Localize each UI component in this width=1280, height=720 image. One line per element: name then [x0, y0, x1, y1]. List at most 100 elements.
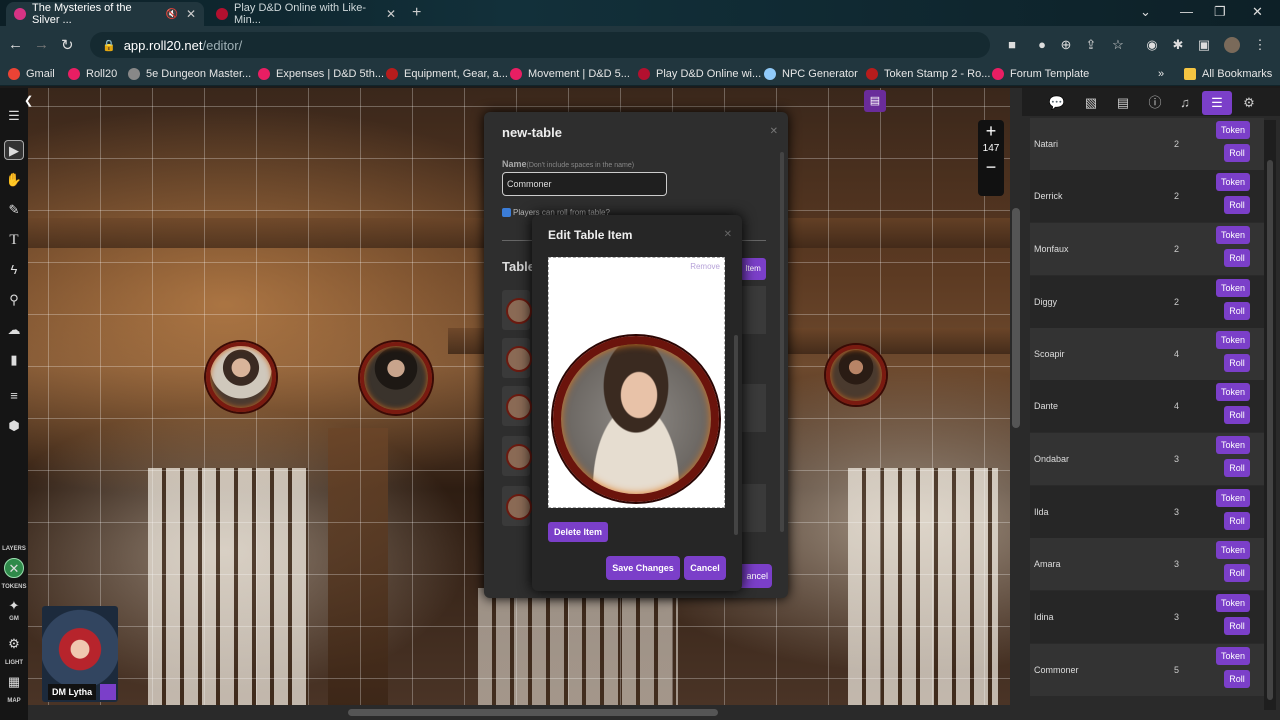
token-button[interactable]: Token — [1216, 331, 1250, 349]
table-row[interactable]: Scoapir 4 Token Roll — [1030, 328, 1264, 380]
browser-menu-icon[interactable]: ⋮ — [1252, 37, 1268, 53]
jukebox-tab-icon[interactable]: ♫ — [1170, 91, 1200, 115]
table-row[interactable]: Commoner 5 Token Roll — [1030, 644, 1264, 696]
collapse-toolbar-icon[interactable]: ❮ — [24, 94, 33, 107]
art-library-tab-icon[interactable]: ▧ — [1076, 91, 1106, 115]
new-tab-icon[interactable]: + — [412, 4, 421, 22]
table-item-thumbnail[interactable] — [502, 338, 532, 378]
bookmark-movement[interactable]: Movement | D&D 5... — [510, 68, 630, 80]
save-changes-button[interactable]: Save Changes — [606, 556, 680, 580]
table-row[interactable]: Idina 3 Token Roll — [1030, 591, 1264, 643]
reload-icon[interactable]: ↻ — [61, 36, 74, 54]
address-bar[interactable]: 🔒 app.roll20.net/editor/ — [90, 32, 990, 58]
dynamic-light-icon[interactable]: ▮ — [4, 350, 24, 370]
token-button[interactable]: Token — [1216, 279, 1250, 297]
lighting-layer-icon[interactable]: ⚙ — [4, 634, 24, 654]
token-button[interactable]: Token — [1216, 489, 1250, 507]
bookmark-star-icon[interactable]: ☆ — [1110, 37, 1126, 53]
scrollbar-thumb[interactable] — [1267, 160, 1273, 700]
roll-button[interactable]: Roll — [1224, 512, 1250, 530]
bookmark-roll20[interactable]: Roll20 — [68, 68, 117, 80]
roll-button[interactable]: Roll — [1224, 564, 1250, 582]
token-button[interactable]: Token — [1216, 647, 1250, 665]
scrollbar-thumb[interactable] — [348, 709, 718, 716]
token-button[interactable]: Token — [1216, 121, 1250, 139]
token-button[interactable]: Token — [1216, 594, 1250, 612]
minimize-icon[interactable]: — — [1180, 4, 1193, 19]
add-item-button[interactable]: Item — [740, 258, 766, 280]
bookmark-expenses[interactable]: Expenses | D&D 5th... — [258, 68, 384, 80]
measure-ruler-icon[interactable]: ⚲ — [4, 290, 24, 310]
browser-tab-active[interactable]: The Mysteries of the Silver ... 🔇 ✕ — [6, 2, 204, 26]
item-image-dropzone[interactable]: Remove — [548, 257, 725, 508]
profile-avatar-icon[interactable] — [1224, 37, 1240, 53]
scrollbar-thumb[interactable] — [1012, 208, 1020, 428]
delete-item-button[interactable]: Delete Item — [548, 522, 608, 542]
back-icon[interactable]: ← — [8, 36, 23, 53]
table-row[interactable]: Diggy 2 Token Roll — [1030, 276, 1264, 328]
token-button[interactable]: Token — [1216, 541, 1250, 559]
bookmark-gmail[interactable]: Gmail — [8, 68, 55, 80]
character-token[interactable] — [360, 342, 432, 414]
cancel-button[interactable]: Cancel — [684, 556, 726, 580]
token-button[interactable]: Token — [1216, 173, 1250, 191]
zoom-in-button[interactable]: + — [978, 120, 1004, 142]
table-item-thumbnail[interactable] — [502, 436, 532, 476]
roll-button[interactable]: Roll — [1224, 617, 1250, 635]
canvas-vertical-scrollbar[interactable] — [1010, 88, 1022, 705]
compendium-tab-icon[interactable]: ⓘ — [1140, 91, 1170, 115]
page-notes-icon[interactable]: ▤ — [864, 90, 886, 112]
token-button[interactable]: Token — [1216, 383, 1250, 401]
close-icon[interactable]: ✕ — [770, 126, 778, 137]
table-name-input[interactable] — [502, 172, 667, 196]
rollable-tables-tab-icon[interactable]: ☰ — [1202, 91, 1232, 115]
tokens-layer-icon[interactable]: ✕ — [4, 558, 24, 578]
text-tool-icon[interactable]: T — [4, 230, 24, 250]
forward-icon[interactable]: → — [34, 36, 49, 53]
roll-button[interactable]: Roll — [1224, 459, 1250, 477]
dialog-scrollbar[interactable] — [780, 152, 784, 532]
player-color-swatch[interactable] — [100, 684, 116, 700]
character-token[interactable] — [206, 342, 276, 412]
tab-search-icon[interactable]: ⌄ — [1140, 4, 1151, 20]
site-permission-icon[interactable]: ● — [1034, 37, 1050, 53]
menu-icon[interactable]: ☰ — [4, 106, 24, 126]
table-item-thumbnail[interactable] — [502, 386, 532, 426]
bookmark-dungeon-master[interactable]: 5e Dungeon Master... — [128, 68, 251, 80]
window-close-icon[interactable]: ✕ — [1252, 4, 1263, 20]
fog-cloud-icon[interactable]: ☁ — [4, 320, 24, 340]
remove-image-link[interactable]: Remove — [690, 262, 720, 271]
roll-button[interactable]: Roll — [1224, 302, 1250, 320]
bookmark-token-stamp[interactable]: Token Stamp 2 - Ro... — [866, 68, 990, 80]
draw-brush-icon[interactable]: ✎ — [4, 200, 24, 220]
close-tab-icon[interactable]: ✕ — [386, 7, 396, 21]
table-row[interactable]: Monfaux 2 Token Roll — [1030, 223, 1264, 275]
token-button[interactable]: Token — [1216, 226, 1250, 244]
all-bookmarks[interactable]: All Bookmarks — [1184, 68, 1272, 80]
pan-hand-icon[interactable]: ✋ — [4, 170, 24, 190]
dice-icon[interactable]: ⬢ — [4, 416, 24, 436]
roll-button[interactable]: Roll — [1224, 249, 1250, 267]
fx-lightning-icon[interactable]: ϟ — [4, 260, 24, 280]
side-panel-icon[interactable]: ▣ — [1196, 37, 1212, 53]
share-icon[interactable]: ⇪ — [1083, 37, 1099, 53]
bookmark-play-dnd[interactable]: Play D&D Online wi... — [638, 68, 761, 80]
gm-layer-icon[interactable]: ✦ — [4, 596, 24, 616]
roll-button[interactable]: Roll — [1224, 406, 1250, 424]
bookmark-equipment[interactable]: Equipment, Gear, a... — [386, 68, 508, 80]
speaker-mute-icon[interactable]: 🔇 — [165, 9, 177, 20]
sidebar-scrollbar[interactable] — [1264, 120, 1276, 710]
maximize-icon[interactable]: ❐ — [1214, 4, 1226, 20]
map-layer-icon[interactable]: ▦ — [4, 672, 24, 692]
roll-button[interactable]: Roll — [1224, 354, 1250, 372]
table-item-thumbnail[interactable] — [502, 486, 532, 526]
extension-icon[interactable]: ◉ — [1144, 37, 1160, 53]
bookmark-forum-template[interactable]: Forum Template — [992, 68, 1089, 80]
table-row[interactable]: Ilda 3 Token Roll — [1030, 486, 1264, 538]
journal-tab-icon[interactable]: ▤ — [1108, 91, 1138, 115]
zoom-icon[interactable]: ⊕ — [1058, 37, 1074, 53]
roll-button[interactable]: Roll — [1224, 144, 1250, 162]
table-row[interactable]: Dante 4 Token Roll — [1030, 380, 1264, 432]
zoom-out-button[interactable]: − — [978, 156, 1004, 178]
table-row[interactable]: Derrick 2 Token Roll — [1030, 170, 1264, 222]
